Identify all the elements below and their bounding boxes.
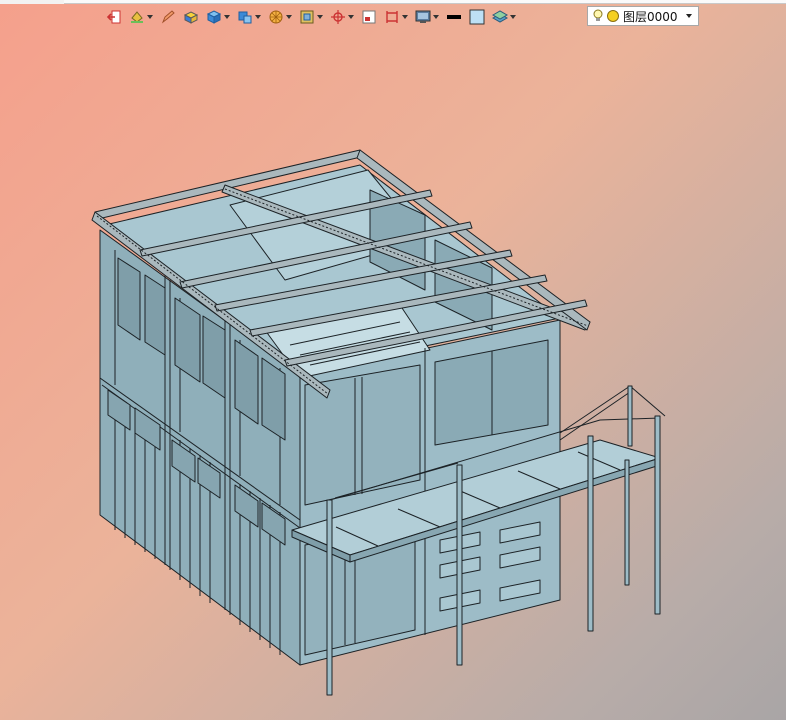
box-frame-icon[interactable] [297,7,325,27]
layer-name: 图层0000 [623,9,678,24]
crosshair-icon[interactable] [328,7,356,27]
pie-render-icon[interactable] [266,7,294,27]
exit-icon[interactable] [104,7,124,27]
chevron-down-icon[interactable] [686,14,692,18]
paint-bucket-icon[interactable] [127,7,155,27]
lightbulb-icon[interactable] [593,9,603,23]
layer-dropdown[interactable]: 图层0000 [587,6,699,26]
main-toolbar [104,6,518,28]
stack-layers-icon[interactable] [490,7,518,27]
pencil-icon[interactable] [158,7,178,27]
solid-block-icon[interactable] [181,7,201,27]
line-color-icon[interactable] [444,7,464,27]
sun-icon[interactable] [606,9,620,23]
3d-viewport[interactable]: 图层0000 [0,0,786,720]
fill-color-icon[interactable] [467,7,487,27]
container-building-model[interactable] [0,0,786,720]
dimension-icon[interactable] [382,7,410,27]
cube-icon[interactable] [204,7,232,27]
extrude-icon[interactable] [235,7,263,27]
layer-panel-icon[interactable] [359,7,379,27]
monitor-icon[interactable] [413,7,441,27]
